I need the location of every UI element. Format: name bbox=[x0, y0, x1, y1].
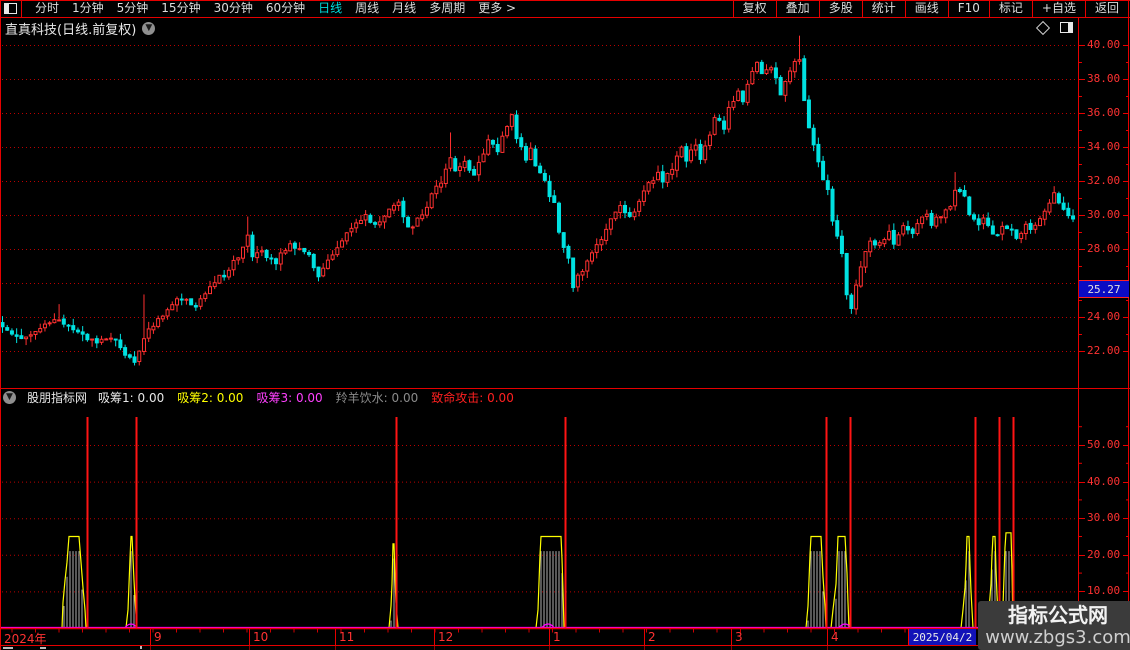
indicator-value-2: 吸筹3: 0.00 bbox=[256, 391, 323, 405]
indicator-value-4: 致命攻击: 0.00 bbox=[431, 391, 514, 405]
tdx-window: 分时 1分钟 5分钟 15分钟 30分钟 60分钟 日线 周线 月线 多周期 更多 > 复权 叠加 多股… bbox=[0, 0, 1130, 650]
price-axis-label: 24.00 bbox=[1087, 310, 1121, 323]
sub-axis-label: 40.00 bbox=[1087, 475, 1121, 488]
month-label: 4 bbox=[831, 630, 839, 644]
toolbar-button-4[interactable]: 画线 bbox=[904, 0, 948, 17]
month-label: 10 bbox=[253, 630, 269, 644]
window-split-button[interactable] bbox=[0, 0, 22, 17]
price-axis-label: 38.00 bbox=[1087, 72, 1121, 85]
stock-title: 直真科技(日线.前复权) bbox=[5, 23, 137, 38]
watermark-title: 指标公式网 bbox=[1008, 602, 1108, 627]
current-price-badge: 25.27 bbox=[1079, 280, 1129, 298]
indicator-value-3: 羚羊饮水: 0.00 bbox=[335, 391, 419, 405]
split-window-icon bbox=[4, 3, 17, 14]
toolbar-button-8[interactable]: 返回 bbox=[1084, 0, 1128, 17]
month-label: 2 bbox=[648, 630, 656, 644]
title-right-icons bbox=[1035, 20, 1073, 35]
toolbar-button-1[interactable]: 叠加 bbox=[775, 0, 819, 17]
month-label: 12 bbox=[438, 630, 454, 644]
period-toolbar: 分时 1分钟 5分钟 15分钟 30分钟 60分钟 日线 周线 月线 多周期 更多 > 复权 叠加 多股… bbox=[0, 0, 1130, 17]
year-label: 2024年 bbox=[4, 632, 47, 646]
toolbar-button-7[interactable]: +自选 bbox=[1031, 0, 1085, 17]
watermark-url: www.zbgs3.com bbox=[985, 626, 1130, 648]
indicator-values: 吸筹1: 0.00 吸筹2: 0.00 吸筹3: 0.00 羚羊饮水: 0.00 致命攻… bbox=[98, 389, 514, 406]
period-tab-4[interactable]: 30分钟 bbox=[214, 0, 253, 17]
indicator-value-1: 吸筹2: 0.00 bbox=[177, 391, 244, 405]
split-pane-icon[interactable] bbox=[1060, 22, 1073, 33]
period-tab-7[interactable]: 周线 bbox=[355, 0, 379, 17]
period-tab-5[interactable]: 60分钟 bbox=[266, 0, 305, 17]
diamond-icon[interactable] bbox=[1035, 20, 1051, 35]
price-axis-label: 34.00 bbox=[1087, 140, 1121, 153]
month-label: 1 bbox=[553, 630, 561, 644]
sub-axis-label: 30.00 bbox=[1087, 511, 1121, 524]
price-axis-label: 28.00 bbox=[1087, 242, 1121, 255]
period-tab-2[interactable]: 5分钟 bbox=[117, 0, 149, 17]
price-axis-label: 22.00 bbox=[1087, 344, 1121, 357]
period-tabs: 分时 1分钟 5分钟 15分钟 30分钟 60分钟 日线 周线 月线 多周期 更多 > bbox=[22, 0, 516, 17]
indicator-source: 股朋指标网 bbox=[27, 391, 88, 405]
current-date-badge: 2025/04/2 bbox=[908, 629, 976, 645]
price-axis-label: 30.00 bbox=[1087, 208, 1121, 221]
price-axis-label: 40.00 bbox=[1087, 38, 1121, 51]
period-tab-3[interactable]: 15分钟 bbox=[161, 0, 200, 17]
indicator-header: ▼ 股朋指标网 吸筹1: 0.00 吸筹2: 0.00 吸筹3: 0.00 羚羊饮水:… bbox=[3, 390, 514, 405]
toolbar-button-0[interactable]: 复权 bbox=[732, 0, 776, 17]
period-tab-8[interactable]: 月线 bbox=[392, 0, 416, 17]
month-label: 3 bbox=[735, 630, 743, 644]
indicator-collapse-icon[interactable]: ▼ bbox=[3, 391, 16, 404]
period-tab-9[interactable]: 多周期 bbox=[429, 0, 465, 17]
month-label: 9 bbox=[154, 630, 162, 644]
price-axis-label: 32.00 bbox=[1087, 174, 1121, 187]
period-tab-1[interactable]: 1分钟 bbox=[72, 0, 104, 17]
toolbar-button-2[interactable]: 多股 bbox=[818, 0, 862, 17]
sub-axis-label: 20.00 bbox=[1087, 548, 1121, 561]
period-tab-0[interactable]: 分时 bbox=[35, 0, 59, 17]
chart-canvas[interactable] bbox=[0, 0, 1130, 650]
chevron-down-icon[interactable]: ▼ bbox=[142, 22, 156, 35]
period-tab-10[interactable]: 更多 > bbox=[478, 0, 516, 17]
toolbar-button-6[interactable]: 标记 bbox=[988, 0, 1032, 17]
toolbar-button-3[interactable]: 统计 bbox=[861, 0, 905, 17]
price-axis-label: 36.00 bbox=[1087, 106, 1121, 119]
period-tab-6[interactable]: 日线 bbox=[318, 0, 342, 17]
site-watermark: 指标公式网 www.zbgs3.com bbox=[978, 601, 1130, 650]
sub-axis-label: 10.00 bbox=[1087, 584, 1121, 597]
stock-titlebar[interactable]: 直真科技(日线.前复权) ▼ bbox=[5, 20, 156, 38]
indicator-value-0: 吸筹1: 0.00 bbox=[98, 391, 165, 405]
month-label: 11 bbox=[339, 630, 355, 644]
sub-axis-label: 50.00 bbox=[1087, 438, 1121, 451]
toolbar-right-buttons: 复权 叠加 多股 统计 画线 F10 标记 +自选 返回 bbox=[732, 0, 1129, 17]
toolbar-button-5[interactable]: F10 bbox=[947, 0, 989, 17]
